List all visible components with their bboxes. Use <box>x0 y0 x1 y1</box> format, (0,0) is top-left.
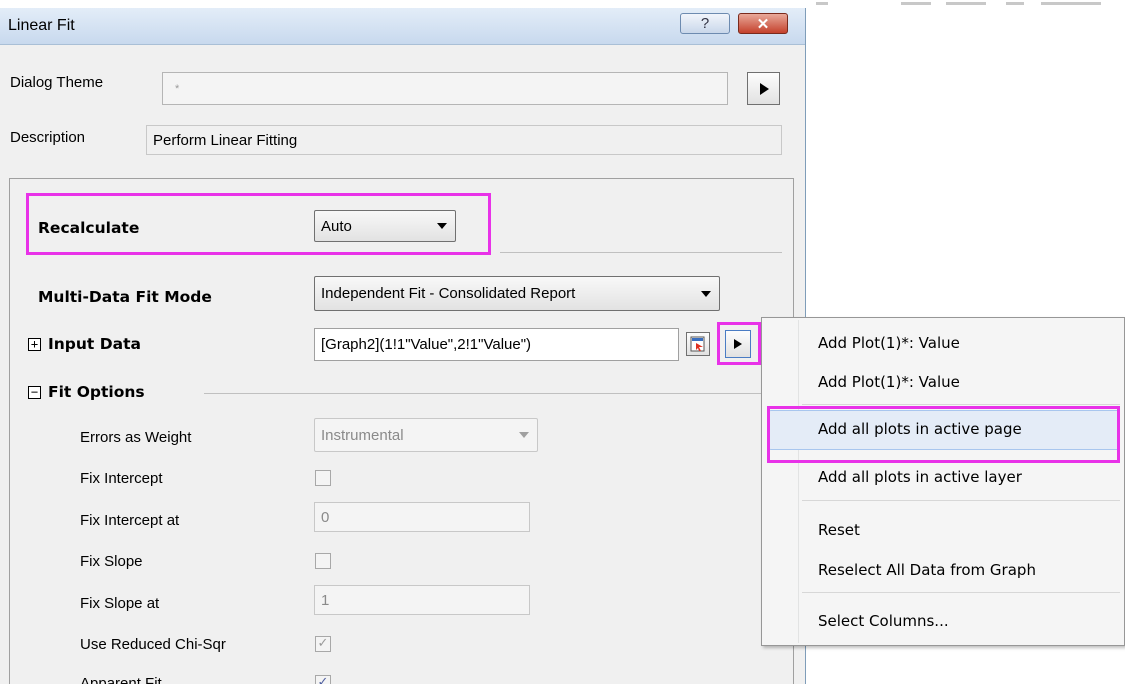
right-triangle-icon <box>759 82 769 95</box>
errors-as-weight-label: Errors as Weight <box>80 429 192 446</box>
close-button[interactable]: ✕ <box>738 13 788 34</box>
fix-intercept-checkbox[interactable] <box>315 470 331 486</box>
multi-data-fit-mode-dropdown[interactable]: Independent Fit - Consolidated Report <box>314 276 720 311</box>
input-data-value: [Graph2](1!1"Value",2!1"Value") <box>321 336 532 353</box>
background-graph-strip <box>806 0 1125 10</box>
menu-gutter <box>798 320 799 643</box>
dialog-theme-menu-button[interactable] <box>747 72 780 105</box>
select-data-from-graph-button[interactable] <box>686 332 710 356</box>
menu-item-add-plot-1[interactable]: Add Plot(1)*: Value <box>818 334 960 352</box>
collapse-fit-options-icon[interactable]: − <box>28 386 41 399</box>
menu-item-add-all-plots-active-layer[interactable]: Add all plots in active layer <box>818 468 1022 486</box>
fix-slope-label: Fix Slope <box>80 553 143 570</box>
title-bar: Linear Fit ? ✕ <box>0 8 805 45</box>
menu-item-reset[interactable]: Reset <box>818 521 860 539</box>
help-button[interactable]: ? <box>680 13 730 34</box>
fix-slope-at-label: Fix Slope at <box>80 595 160 612</box>
chevron-down-icon <box>437 223 447 229</box>
chevron-down-icon <box>701 290 711 297</box>
recalculate-dropdown[interactable]: Auto <box>314 210 456 242</box>
menu-item-add-all-plots-active-page[interactable]: Add all plots in active page <box>818 420 1022 438</box>
dialog-theme-value: * <box>175 82 180 95</box>
select-data-from-graph-icon <box>690 336 705 352</box>
right-triangle-icon <box>734 339 742 349</box>
menu-item-reselect-all-data[interactable]: Reselect All Data from Graph <box>818 561 1036 579</box>
fix-slope-at-value: 1 <box>321 591 330 609</box>
errors-as-weight-value: Instrumental <box>321 426 404 444</box>
dialog-theme-field[interactable]: * <box>162 72 728 105</box>
input-data-menu-button[interactable] <box>725 330 751 358</box>
description-field: Perform Linear Fitting <box>146 125 782 155</box>
apparent-fit-checkbox[interactable]: ✓ <box>315 675 331 684</box>
dialog-theme-label: Dialog Theme <box>10 74 104 91</box>
menu-item-add-plot-2[interactable]: Add Plot(1)*: Value <box>818 373 960 391</box>
fix-intercept-label: Fix Intercept <box>80 470 163 487</box>
fix-intercept-at-label: Fix Intercept at <box>80 512 180 529</box>
help-icon: ? <box>700 15 710 32</box>
errors-as-weight-dropdown[interactable]: Instrumental <box>314 418 538 452</box>
input-data-context-menu: Add Plot(1)*: Value Add Plot(1)*: Value … <box>761 317 1125 646</box>
fit-options-label: Fit Options <box>48 383 145 401</box>
fit-options-separator <box>204 393 764 394</box>
multi-data-fit-mode-label: Multi-Data Fit Mode <box>38 288 212 306</box>
recalculate-value: Auto <box>321 217 352 235</box>
menu-separator <box>802 404 1120 405</box>
expand-input-data-icon[interactable]: + <box>28 338 41 351</box>
fix-slope-checkbox[interactable] <box>315 553 331 569</box>
input-data-label: Input Data <box>48 335 141 353</box>
use-reduced-chi-sqr-checkbox[interactable]: ✓ <box>315 636 331 652</box>
description-label: Description <box>10 129 86 146</box>
menu-separator <box>802 500 1120 501</box>
window-title: Linear Fit <box>8 17 75 34</box>
fix-intercept-at-value: 0 <box>321 508 330 526</box>
close-icon: ✕ <box>756 15 770 33</box>
menu-separator <box>802 592 1120 593</box>
input-data-field[interactable]: [Graph2](1!1"Value",2!1"Value") <box>314 328 679 361</box>
chevron-down-icon <box>519 432 529 438</box>
recalculate-separator <box>500 252 782 253</box>
recalculate-label: Recalculate <box>38 219 140 237</box>
use-reduced-chi-sqr-label: Use Reduced Chi-Sqr <box>80 636 226 653</box>
fix-slope-at-input[interactable]: 1 <box>314 585 530 615</box>
fix-intercept-at-input[interactable]: 0 <box>314 502 530 532</box>
menu-item-select-columns[interactable]: Select Columns... <box>818 612 949 630</box>
description-value: Perform Linear Fitting <box>153 131 298 149</box>
apparent-fit-label: Apparent Fit <box>80 675 162 684</box>
multi-data-fit-mode-value: Independent Fit - Consolidated Report <box>321 285 576 302</box>
linear-fit-dialog: Linear Fit ? ✕ Dialog Theme * Descriptio… <box>0 8 806 684</box>
